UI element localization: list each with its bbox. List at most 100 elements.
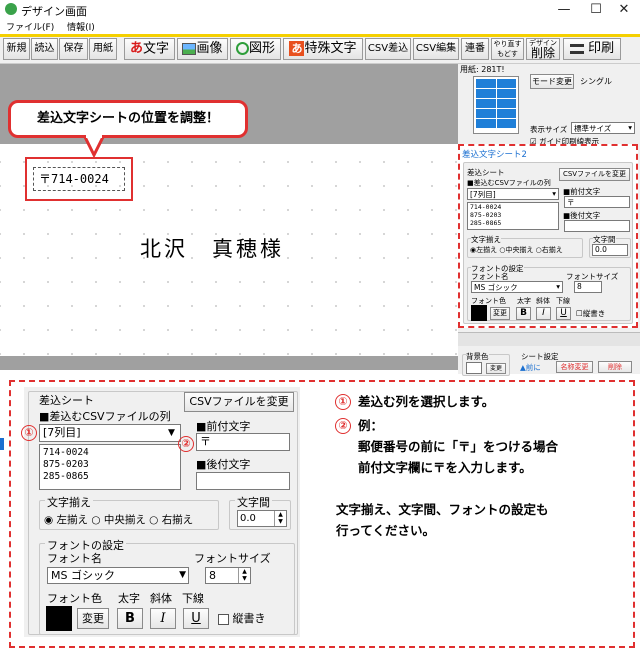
image-button[interactable]: 画像 (177, 38, 228, 60)
new-button[interactable]: 新規 (3, 38, 30, 60)
right-panel: 用紙: 281T! モード変更 シングル 表示サイズ 標準サイズ ▾ ☑ ガイド印… (458, 64, 640, 376)
marker-one: ① (21, 425, 37, 441)
delete-button[interactable]: 削除 (598, 361, 632, 373)
printer-icon (569, 43, 584, 54)
csv-edit-button[interactable]: CSV編集 (413, 38, 459, 60)
prev-button[interactable]: ▲前に (520, 362, 541, 373)
font-size-input[interactable]: 8 (574, 281, 602, 293)
special-text-button[interactable]: あ特殊文字 (283, 38, 363, 60)
minimize-button[interactable]: — (548, 0, 580, 20)
callout-pointer (82, 135, 106, 157)
italic-button[interactable]: I (536, 307, 551, 320)
paper-preview[interactable] (473, 76, 519, 134)
text-button[interactable]: あ文字 (124, 38, 175, 60)
italic-label: 斜体 (536, 297, 550, 305)
sheet-title: 差込文字シート2 (462, 150, 527, 160)
instruction-step2-line1: 郵便番号の前に「〒」をつける場合 (358, 439, 559, 454)
chevron-down-icon: ▾ (628, 123, 632, 132)
font-color-change-button[interactable]: 変更 (490, 307, 510, 320)
instruction-step2-title: 例： (358, 418, 384, 433)
zoomed-underline-button[interactable]: U (183, 608, 209, 629)
zoomed-suffix-label: ■後付文字 (196, 458, 251, 471)
close-button[interactable]: ✕ (608, 0, 640, 20)
zoomed-spacing-label: 文字間 (235, 494, 272, 510)
csv-file-change-button[interactable]: CSVファイルを変更 (559, 168, 630, 181)
open-button[interactable]: 読込 (31, 38, 58, 60)
instruction-marker-two: ② (335, 418, 351, 434)
mode-change-button[interactable]: モード変更 (530, 74, 574, 89)
menu-file[interactable]: ファイル(F) (6, 23, 54, 33)
zoomed-italic-button[interactable]: I (150, 608, 176, 629)
prefix-input[interactable]: 〒 (564, 196, 630, 208)
zoomed-font-color-change-button[interactable]: 変更 (77, 608, 109, 629)
sheet-label: 差込シート (467, 168, 505, 177)
zoomed-spacing-stepper[interactable]: 0.0 ▲ ▼ (237, 510, 287, 527)
window-title: デザイン画面 (21, 5, 87, 18)
align-radios[interactable]: ◉左揃え ○中央揃え ○右揃え (470, 245, 563, 255)
bold-label: 太字 (517, 297, 531, 305)
toolbar-accent (0, 34, 640, 37)
shape-button[interactable]: 図形 (230, 38, 281, 60)
column-label: ■差込むCSVファイルの列 (467, 179, 551, 187)
instruction-step2-line2: 前付文字欄に〒を入力します。 (358, 460, 532, 475)
toolbar: 新規 読込 保存 用紙 あ文字 画像 図形 あ特殊文字 CSV差込 CSV編集 … (0, 34, 640, 64)
bg-label: 背景色 (466, 351, 489, 362)
zoomed-italic-label: 斜体 (150, 592, 172, 605)
zip-text-object[interactable]: 〒714-0024 (33, 167, 125, 191)
csv-insert-button[interactable]: CSV差込 (365, 38, 411, 60)
callout-balloon: 差込文字シートの位置を調整！ (8, 100, 248, 138)
chevron-down-icon: ▾ (556, 282, 560, 291)
design-delete-button[interactable]: デザイン 削除 (526, 38, 560, 60)
display-size-label: 表示サイズ (530, 125, 568, 134)
display-size-select[interactable]: 標準サイズ ▾ (571, 122, 635, 134)
csv-preview-list[interactable]: 714-0024 875-0203 285-0865 (467, 202, 559, 230)
serial-button[interactable]: 連番 (461, 38, 489, 60)
zoomed-underline-label: 下線 (182, 592, 204, 605)
panel-divider (458, 332, 640, 346)
zoomed-csv-preview-list[interactable]: 714-0024 875-0203 285-0865 (39, 444, 181, 490)
zoomed-font-color-swatch[interactable] (46, 606, 72, 631)
image-icon (182, 42, 197, 55)
recipient-name[interactable]: 北沢 真穂様 (140, 233, 284, 263)
underline-label: 下線 (556, 297, 570, 305)
suffix-input[interactable] (564, 220, 630, 232)
spacing-stepper[interactable]: 0.0 (592, 244, 628, 256)
print-button[interactable]: 印刷 (563, 38, 621, 60)
rename-button[interactable]: 名称変更 (556, 361, 593, 373)
mode-value: シングル (580, 77, 612, 86)
zoomed-font-name-select[interactable]: MS ゴシック ▼ (47, 567, 189, 584)
font-color-swatch[interactable] (471, 305, 487, 321)
bold-button[interactable]: B (516, 307, 531, 320)
zoomed-bold-label: 太字 (118, 592, 140, 605)
chevron-down-icon: ▼ (168, 428, 175, 438)
zoomed-align-radios[interactable]: ◉ 左揃え ○ 中央揃え ○ 右揃え (44, 512, 193, 527)
instruction-marker-one: ① (335, 394, 351, 410)
vertical-writing-checkbox[interactable]: ☐縦書き (576, 308, 605, 319)
save-button[interactable]: 保存 (59, 38, 88, 60)
zoomed-prefix-input[interactable]: 〒 (196, 433, 290, 451)
zoomed-font-color-label: フォント色 (47, 592, 102, 605)
sheet-settings-label: シート設定 (521, 352, 559, 361)
font-name-select[interactable]: MS ゴシック ▾ (471, 281, 563, 293)
zoomed-font-size-input[interactable]: 8 ▲ ▼ (205, 567, 251, 584)
zoomed-column-select[interactable]: [7列目] ▼ (39, 424, 181, 442)
zoomed-vertical-writing-checkbox[interactable]: 縦書き (218, 610, 266, 626)
menu-info[interactable]: 情報(I) (67, 23, 95, 33)
marker-two: ② (178, 436, 194, 452)
zoomed-suffix-input[interactable] (196, 472, 290, 490)
chevron-down-icon: ▾ (552, 189, 556, 198)
underline-button[interactable]: U (556, 307, 571, 320)
checkbox-icon (218, 613, 229, 625)
zoomed-bold-button[interactable]: B (117, 608, 143, 629)
paper-button[interactable]: 用紙 (89, 38, 117, 60)
column-select[interactable]: [7列目] ▾ (467, 188, 559, 200)
zoomed-csv-file-button[interactable]: CSVファイルを変更 (184, 392, 294, 412)
bg-change-button[interactable]: 変更 (486, 363, 506, 374)
stepper-arrows-icon: ▲ ▼ (238, 568, 250, 583)
special-text-icon: あ (289, 41, 305, 56)
instruction-step1: 差込む列を選択します。 (358, 394, 495, 409)
title-bar: デザイン画面 — ☐ ✕ (0, 0, 640, 20)
bg-color-swatch[interactable] (466, 362, 482, 374)
redo-undo-button[interactable]: やり直す もどす (491, 38, 524, 60)
zoomed-align-label: 文字揃え (45, 494, 93, 510)
